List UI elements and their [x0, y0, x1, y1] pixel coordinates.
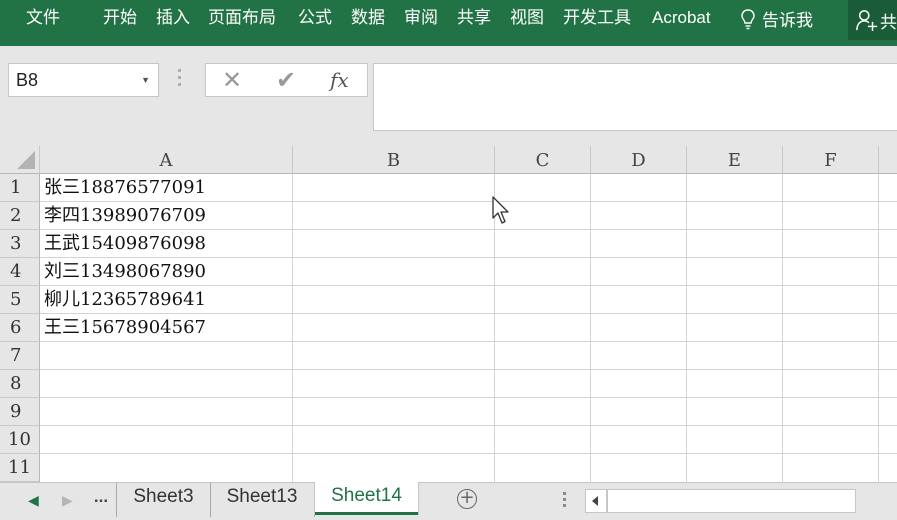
- drag-handle-icon[interactable]: [178, 69, 182, 90]
- cell-a1[interactable]: 张三18876577091: [44, 174, 206, 202]
- ribbon: 文件 开始 插入 页面布局 公式 数据 审阅 共享 视图 开发工具 Acroba…: [0, 0, 897, 46]
- column-header-partial[interactable]: [879, 146, 897, 174]
- tell-me-label: 告诉我: [762, 11, 813, 31]
- row-header-6[interactable]: 6: [0, 314, 40, 342]
- chevron-down-icon[interactable]: ▼: [141, 64, 150, 96]
- tab-developer[interactable]: 开发工具: [563, 7, 631, 29]
- row-header-5[interactable]: 5: [0, 286, 40, 314]
- tab-view[interactable]: 视图: [510, 7, 544, 29]
- share-button[interactable]: 共: [848, 0, 897, 40]
- mouse-pointer-icon: [492, 196, 509, 224]
- lightbulb-icon: [741, 8, 755, 29]
- row-header-4[interactable]: 4: [0, 258, 40, 286]
- confirm-icon[interactable]: ✔: [276, 66, 296, 94]
- row-header-11[interactable]: 11: [0, 454, 40, 482]
- cell-a2[interactable]: 李四13989076709: [44, 202, 206, 230]
- sheet-tab-sheet3[interactable]: Sheet3: [116, 483, 211, 517]
- column-header-c[interactable]: C: [495, 146, 591, 174]
- tab-insert[interactable]: 插入: [156, 7, 190, 29]
- row-header-2[interactable]: 2: [0, 202, 40, 230]
- sheet-tab-sheet13[interactable]: Sheet13: [210, 483, 315, 517]
- row-header-8[interactable]: 8: [0, 370, 40, 398]
- tab-share[interactable]: 共享: [457, 7, 491, 29]
- select-all-icon: [17, 151, 35, 169]
- insert-function-icon[interactable]: fx: [330, 68, 349, 92]
- formula-input[interactable]: [373, 63, 897, 131]
- row-header-3[interactable]: 3: [0, 230, 40, 258]
- sheet-tab-sheet14[interactable]: Sheet14: [315, 482, 418, 515]
- splitter-handle-icon[interactable]: [563, 492, 566, 510]
- column-header-d[interactable]: D: [591, 146, 687, 174]
- column-header-b[interactable]: B: [293, 146, 495, 174]
- name-box[interactable]: B8 ▼: [8, 63, 159, 97]
- tab-data[interactable]: 数据: [351, 7, 385, 29]
- name-box-value: B8: [16, 70, 39, 90]
- row-header-9[interactable]: 9: [0, 398, 40, 426]
- tab-acrobat[interactable]: Acrobat: [652, 7, 711, 29]
- row-header-1[interactable]: 1: [0, 174, 40, 202]
- row-header-7[interactable]: 7: [0, 342, 40, 370]
- cell-a3[interactable]: 王武15409876098: [44, 230, 206, 258]
- sheet-tabs-bar: ◀ ▶ ... Sheet3 Sheet13 Sheet14 +: [0, 482, 897, 520]
- sheet-nav-prev-icon[interactable]: ◀: [28, 493, 39, 509]
- sheet-nav-next-icon[interactable]: ▶: [62, 493, 73, 509]
- add-sheet-icon[interactable]: +: [457, 489, 477, 509]
- scroll-left-button[interactable]: [585, 489, 607, 513]
- column-header-a[interactable]: A: [40, 146, 293, 174]
- cell-a6[interactable]: 王三15678904567: [44, 314, 206, 342]
- tab-file[interactable]: 文件: [26, 7, 60, 29]
- cell-a5[interactable]: 柳儿12365789641: [44, 286, 206, 314]
- horizontal-scrollbar[interactable]: [607, 489, 856, 513]
- tell-me-button[interactable]: 告诉我: [740, 6, 813, 31]
- sheet-overflow-button[interactable]: ...: [86, 483, 116, 517]
- share-label: 共: [880, 12, 897, 33]
- add-user-icon: [856, 10, 878, 31]
- cell-a4[interactable]: 刘三13498067890: [44, 258, 206, 286]
- tab-home[interactable]: 开始: [103, 7, 137, 29]
- tab-formulas[interactable]: 公式: [298, 7, 332, 29]
- tab-page-layout[interactable]: 页面布局: [208, 7, 276, 29]
- formula-bar-area: B8 ▼ ✕ ✔ fx: [0, 46, 897, 146]
- tab-review[interactable]: 审阅: [404, 7, 438, 29]
- formula-buttons: ✕ ✔ fx: [205, 63, 368, 97]
- column-header-f[interactable]: F: [783, 146, 879, 174]
- select-all-button[interactable]: [0, 146, 40, 174]
- row-header-10[interactable]: 10: [0, 426, 40, 454]
- cancel-icon[interactable]: ✕: [222, 66, 242, 94]
- column-header-e[interactable]: E: [687, 146, 783, 174]
